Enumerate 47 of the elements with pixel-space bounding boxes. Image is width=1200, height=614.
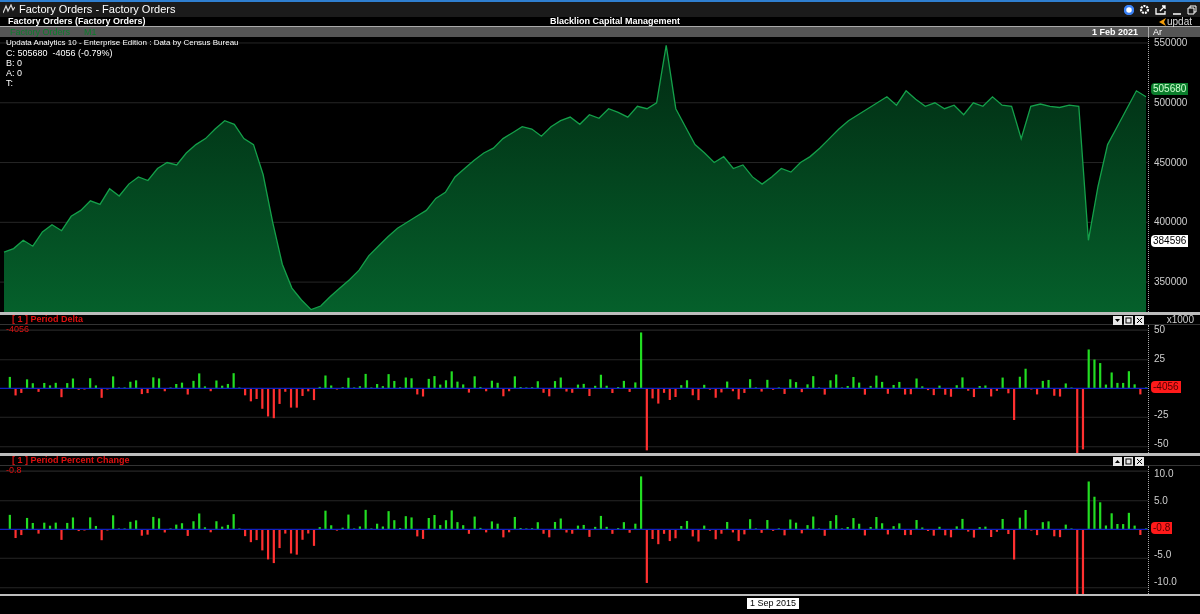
company-name: Blacklion Capital Management bbox=[550, 17, 681, 26]
current-date: 1 Feb 2021 bbox=[1091, 27, 1138, 37]
panel-title: [ 1 ] Period Percent Change bbox=[12, 456, 130, 465]
axis-tick-label: 50 bbox=[1154, 325, 1166, 335]
indicator-value: -4056 bbox=[6, 325, 30, 334]
indicator-value: -0.8 bbox=[6, 466, 22, 475]
axis-tick-label: 10.0 bbox=[1154, 469, 1174, 479]
axis-tick-label: -25 bbox=[1154, 410, 1169, 420]
axis-label: Ar bbox=[1153, 27, 1162, 37]
maximize-icon[interactable] bbox=[1124, 457, 1133, 466]
restore-icon[interactable] bbox=[1187, 4, 1197, 15]
axis-tick-label: -5.0 bbox=[1154, 550, 1172, 560]
scale-label: x1000 bbox=[1166, 315, 1194, 325]
info-line: Updata Analytics 10 - Enterprise Edition : Data by Census Bureau bbox=[6, 38, 239, 48]
collapse-icon[interactable] bbox=[1113, 457, 1122, 466]
period-label: M1 bbox=[84, 27, 97, 37]
axis-tick-label: 550000 bbox=[1154, 37, 1188, 48]
axis-tick-label: 500000 bbox=[1154, 97, 1188, 108]
axis-tick-label: 400000 bbox=[1154, 217, 1188, 228]
legend-label: Factory Orders bbox=[10, 27, 70, 37]
close-icon[interactable] bbox=[1135, 316, 1144, 325]
panel-title: [ 1 ] Period Delta bbox=[12, 315, 83, 324]
cursor-date-label: 1 Sep 2015 bbox=[747, 598, 800, 609]
info-line: A: 0 bbox=[6, 68, 23, 78]
info-line: T: bbox=[6, 78, 14, 88]
axis-tick-label: 5.0 bbox=[1154, 496, 1168, 506]
chart-title: Factory Orders (Factory Orders) bbox=[8, 17, 146, 26]
axis-tick-label: -50 bbox=[1154, 439, 1169, 449]
settings-icon[interactable] bbox=[1139, 4, 1150, 15]
axis-tick-label: 25 bbox=[1154, 354, 1166, 364]
window-title: Factory Orders - Factory Orders bbox=[19, 4, 176, 15]
app-logo-icon bbox=[3, 4, 15, 15]
last-value-tag: -0.8 bbox=[1151, 522, 1173, 534]
axis-tick-label: 350000 bbox=[1154, 277, 1188, 288]
last-value-tag: 505680 bbox=[1151, 83, 1189, 95]
axis-tick-label: 450000 bbox=[1154, 157, 1188, 168]
marker-value-tag: 384596 bbox=[1151, 235, 1189, 247]
axis-tick-label: -10.0 bbox=[1154, 577, 1177, 587]
expand-icon[interactable] bbox=[1113, 316, 1122, 325]
logo-text: updat bbox=[1166, 16, 1192, 27]
info-line: C: 505680 -4056 (-0.79%) bbox=[6, 48, 114, 58]
share-icon[interactable] bbox=[1155, 4, 1167, 15]
last-value-tag: -4056 bbox=[1151, 381, 1181, 393]
close-icon[interactable] bbox=[1135, 457, 1144, 466]
maximize-icon[interactable] bbox=[1124, 316, 1133, 325]
info-line: B: 0 bbox=[6, 58, 23, 68]
logo-icon bbox=[1158, 17, 1166, 26]
